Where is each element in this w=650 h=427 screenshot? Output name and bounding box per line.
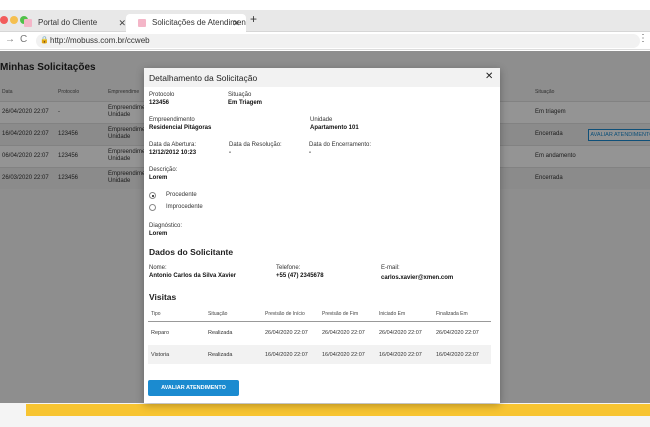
- phone-label: Telefone:: [276, 265, 301, 271]
- visits-header-prev-inicio: Previsão de Início: [265, 311, 305, 317]
- address-bar: → C 🔒 http://mobuss.com.br/ccweb ⋮: [0, 32, 650, 50]
- visit-iniciado: 26/04/2020 22:07: [379, 330, 422, 336]
- closing-date-value: -: [309, 150, 311, 156]
- visits-header-prev-fim: Previsão de Fim: [322, 311, 359, 317]
- lock-icon: 🔒: [40, 37, 49, 44]
- tab-solicitacoes[interactable]: Solicitações de Atendimen ✕: [126, 14, 246, 32]
- reload-icon[interactable]: C: [20, 34, 27, 45]
- description-label: Descrição:: [149, 167, 178, 173]
- name-label: Nome:: [149, 265, 167, 271]
- phone-value: +55 (47) 2345678: [276, 273, 324, 279]
- requester-section-title: Dados do Solicitante: [149, 247, 234, 257]
- closing-date-label: Data do Encerramento:: [309, 142, 372, 148]
- visit-prev-inicio: 16/04/2020 22:07: [265, 352, 308, 358]
- name-value: Antonio Carlos da Silva Xavier: [149, 273, 237, 279]
- diagnosis-value: Lorem: [149, 231, 168, 237]
- back-icon[interactable]: →: [5, 34, 15, 45]
- email-label: E-mail:: [381, 265, 400, 271]
- footer-accent-bar: [26, 404, 650, 416]
- window-top-strip: [0, 0, 650, 10]
- visit-prev-fim: 16/04/2020 22:07: [322, 352, 365, 358]
- diagnosis-label: Diagnóstico:: [149, 223, 183, 229]
- radio-improcedente[interactable]: [149, 204, 156, 211]
- url-field[interactable]: 🔒 http://mobuss.com.br/ccweb: [36, 34, 640, 48]
- visits-header-divider: [148, 321, 491, 322]
- radio-procedente-label: Procedente: [166, 192, 197, 198]
- opening-date-label: Data da Abertura:: [149, 142, 197, 148]
- visit-status: Realizada: [208, 330, 233, 336]
- visits-header-tipo: Tipo: [151, 311, 161, 317]
- empreendimento-value: Residencial Pitágoras: [149, 125, 212, 131]
- empreendimento-label: Empreendimento: [149, 117, 195, 123]
- visits-header-finalizada: Finalizada Em: [436, 311, 468, 317]
- visits-header-iniciado: Iniciado Em: [379, 311, 406, 317]
- favicon-icon: [24, 19, 32, 27]
- unidade-label: Unidade: [310, 117, 333, 123]
- resolution-date-label: Data da Resolução:: [229, 142, 282, 148]
- visit-finalizada: 26/04/2020 22:07: [436, 330, 479, 336]
- modal-title: Detalhamento da Solicitação: [149, 73, 258, 83]
- close-tab-icon[interactable]: ✕: [118, 14, 126, 32]
- visit-type: Vistoria: [151, 352, 170, 358]
- visit-prev-fim: 26/04/2020 22:07: [322, 330, 365, 336]
- tab-label: Portal do Cliente: [38, 18, 98, 27]
- new-tab-icon[interactable]: +: [250, 12, 257, 26]
- tab-bar: Portal do Cliente ✕ Solicitações de Aten…: [0, 10, 650, 32]
- visit-iniciado: 16/04/2020 22:07: [379, 352, 422, 358]
- avaliar-atendimento-button[interactable]: AVALIAR ATENDIMENTO: [148, 380, 239, 396]
- visit-prev-inicio: 26/04/2020 22:07: [265, 330, 308, 336]
- close-tab-icon[interactable]: ✕: [232, 14, 240, 32]
- description-value: Lorem: [149, 175, 168, 181]
- protocol-label: Protocolo: [149, 92, 175, 98]
- tab-portal-cliente[interactable]: Portal do Cliente ✕: [12, 14, 132, 32]
- status-label: Situação: [228, 92, 252, 98]
- visits-header-situacao: Situação: [208, 311, 228, 317]
- visit-type: Reparo: [151, 330, 170, 336]
- unidade-value: Apartamento 101: [310, 125, 359, 131]
- favicon-icon: [138, 19, 146, 27]
- visit-row: Vistoria Realizada 16/04/2020 22:07 16/0…: [148, 345, 491, 364]
- opening-date-value: 12/12/2012 10:23: [149, 150, 197, 156]
- visit-status: Realizada: [208, 352, 233, 358]
- radio-improcedente-label: Improcedente: [166, 204, 203, 210]
- resolution-date-value: -: [229, 150, 231, 156]
- request-detail-modal: Detalhamento da Solicitação ✕ Protocolo …: [144, 68, 500, 403]
- visits-section-title: Visitas: [149, 292, 177, 302]
- close-window-dot[interactable]: [0, 16, 8, 24]
- modal-header: Detalhamento da Solicitação ✕: [144, 68, 500, 87]
- protocol-value: 123456: [149, 100, 170, 106]
- browser-window: Portal do Cliente ✕ Solicitações de Aten…: [0, 0, 650, 427]
- browser-menu-icon[interactable]: ⋮: [638, 33, 648, 44]
- status-value: Em Triagem: [228, 100, 263, 106]
- email-value: carlos.xavier@xmen.com: [381, 275, 454, 281]
- close-icon[interactable]: ✕: [485, 71, 493, 82]
- radio-procedente[interactable]: [149, 192, 156, 199]
- visit-finalizada: 16/04/2020 22:07: [436, 352, 479, 358]
- visit-row: Reparo Realizada 26/04/2020 22:07 26/04/…: [148, 323, 491, 342]
- url-text: http://mobuss.com.br/ccweb: [50, 36, 150, 45]
